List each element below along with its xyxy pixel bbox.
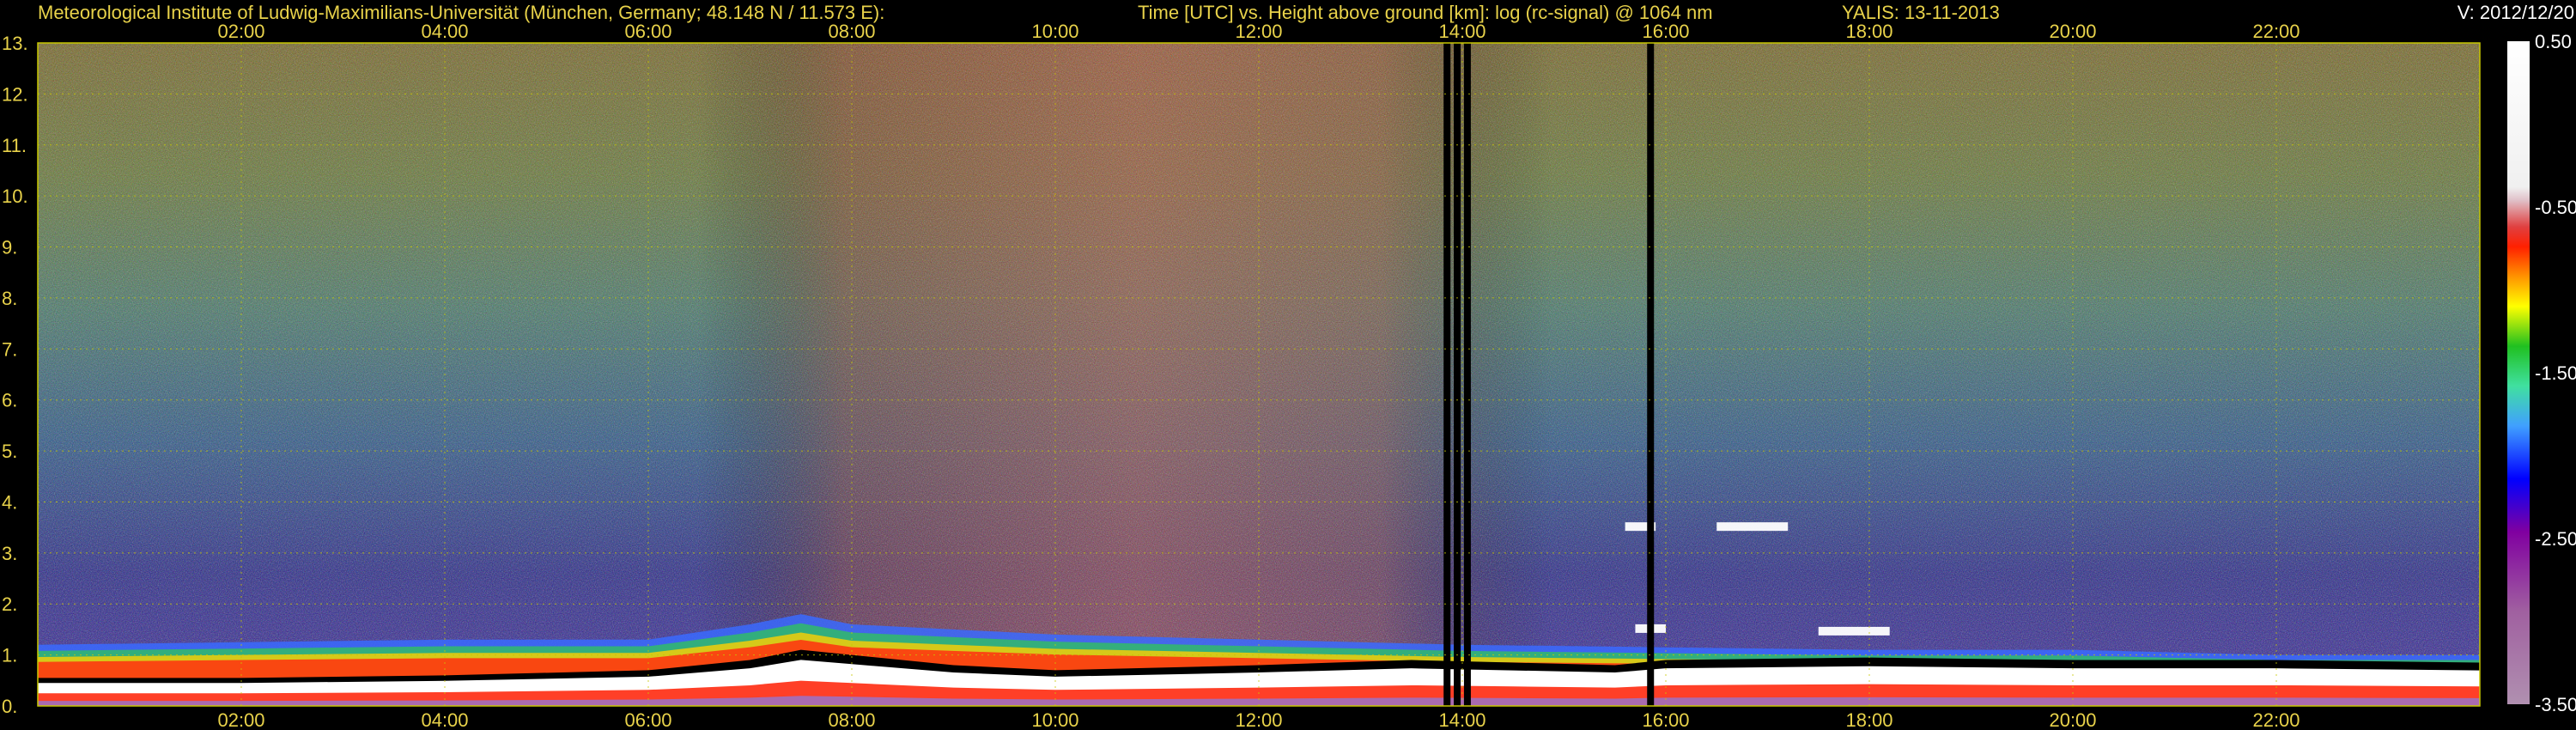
y-tick-label: 9.: [2, 237, 17, 259]
y-tick-label: 13.: [2, 33, 28, 54]
cloud-patch: [1716, 522, 1789, 532]
x-tick-label-bottom: 14:00: [1438, 709, 1485, 730]
colorbar-label: -0.50: [2535, 197, 2576, 218]
cloud-patch: [1818, 626, 1890, 636]
y-tick-label: 11.: [2, 135, 27, 156]
x-tick-label-bottom: 04:00: [421, 709, 468, 730]
x-tick-label-top: 12:00: [1235, 21, 1282, 42]
x-tick-label-bottom: 18:00: [1845, 709, 1893, 730]
y-tick-label: 5.: [2, 441, 17, 462]
x-tick-label-top: 14:00: [1438, 21, 1485, 42]
x-tick-label-top: 20:00: [2049, 21, 2096, 42]
data-gap: [1454, 43, 1461, 706]
x-tick-label-top: 22:00: [2252, 21, 2300, 42]
x-tick-label-top: 10:00: [1031, 21, 1078, 42]
y-tick-label: 4.: [2, 491, 17, 513]
data-gap: [1463, 43, 1471, 706]
x-tick-label-bottom: 16:00: [1642, 709, 1689, 730]
y-tick-label: 2.: [2, 593, 17, 615]
colorbar-label: -3.50: [2535, 694, 2576, 715]
x-tick-label-top: 16:00: [1642, 21, 1689, 42]
y-tick-label: 6.: [2, 390, 17, 411]
data-gap: [1443, 43, 1451, 706]
y-tick-label: 3.: [2, 543, 17, 564]
colorbar-label: 0.50: [2535, 31, 2572, 52]
y-tick-label: 10.: [2, 186, 28, 207]
y-tick-label: 1.: [2, 645, 17, 666]
x-tick-label-bottom: 02:00: [217, 709, 264, 730]
x-tick-label-top: 08:00: [828, 21, 875, 42]
lidar-heatmap: 02:00 02:00 04:00 04:00 06:00 06:00 08:00 08:00…: [2, 21, 2576, 730]
x-tick-label-top: 04:00: [421, 21, 468, 42]
x-tick-label-top: 02:00: [217, 21, 264, 42]
y-tick-label: 0.: [2, 696, 17, 717]
colorbar-label: -2.50: [2535, 528, 2576, 550]
x-tick-label-bottom: 08:00: [828, 709, 875, 730]
x-tick-label-bottom: 22:00: [2252, 709, 2300, 730]
y-tick-label: 12.: [2, 83, 28, 105]
x-tick-label-bottom: 06:00: [624, 709, 671, 730]
colorbar-scale: [2507, 41, 2530, 704]
x-tick-label-bottom: 12:00: [1235, 709, 1282, 730]
x-tick-label-bottom: 10:00: [1031, 709, 1078, 730]
y-tick-label: 8.: [2, 288, 17, 309]
x-tick-label-top: 06:00: [624, 21, 671, 42]
x-tick-label-top: 18:00: [1845, 21, 1893, 42]
data-gap: [1647, 43, 1655, 706]
x-tick-label-bottom: 20:00: [2049, 709, 2096, 730]
colorbar-label: -1.50: [2535, 362, 2576, 384]
colorbar: 0.50 -0.50 -1.50 -2.50 -3.50: [2507, 31, 2576, 715]
y-tick-label: 7.: [2, 338, 17, 360]
